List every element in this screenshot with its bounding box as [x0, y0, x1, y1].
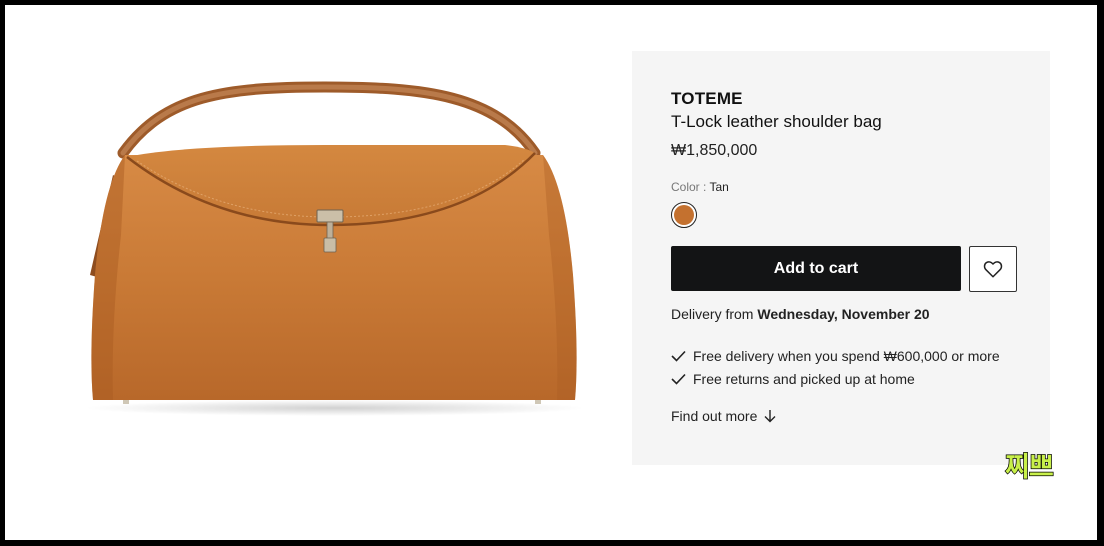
find-out-more-label: Find out more — [671, 408, 758, 424]
product-info-panel: TOTEME T-Lock leather shoulder bag ₩1,85… — [632, 51, 1050, 465]
color-label: Color : — [671, 180, 710, 194]
perks-list: Free delivery when you spend ₩600,000 or… — [671, 344, 1000, 390]
list-item: Free delivery when you spend ₩600,000 or… — [671, 344, 1000, 367]
heart-icon — [983, 261, 1003, 278]
color-value: Tan — [709, 180, 729, 194]
swatch-dot — [674, 205, 694, 225]
perk-free-delivery: Free delivery when you spend ₩600,000 or… — [693, 347, 1000, 364]
color-swatch-tan[interactable] — [671, 202, 697, 228]
check-icon — [671, 350, 686, 362]
wishlist-button[interactable] — [969, 246, 1017, 292]
delivery-prefix: Delivery from — [671, 306, 758, 322]
brand-name[interactable]: TOTEME — [671, 89, 743, 109]
product-image[interactable] — [65, 75, 605, 435]
list-item: Free returns and picked up at home — [671, 367, 1000, 390]
delivery-date: Wednesday, November 20 — [757, 306, 930, 322]
perk-free-returns: Free returns and picked up at home — [693, 370, 915, 387]
page-frame: TOTEME T-Lock leather shoulder bag ₩1,85… — [5, 5, 1097, 540]
product-title: T-Lock leather shoulder bag — [671, 112, 882, 131]
find-out-more-link[interactable]: Find out more — [671, 408, 776, 424]
delivery-info: Delivery from Wednesday, November 20 — [671, 306, 930, 322]
watermark-text: 찌쁘 — [1004, 451, 1054, 484]
product-price: ₩1,850,000 — [671, 142, 758, 159]
add-to-cart-button[interactable]: Add to cart — [671, 246, 961, 291]
check-icon — [671, 373, 686, 385]
arrow-down-icon — [764, 410, 776, 423]
color-selector-label: Color : Tan — [671, 180, 729, 194]
